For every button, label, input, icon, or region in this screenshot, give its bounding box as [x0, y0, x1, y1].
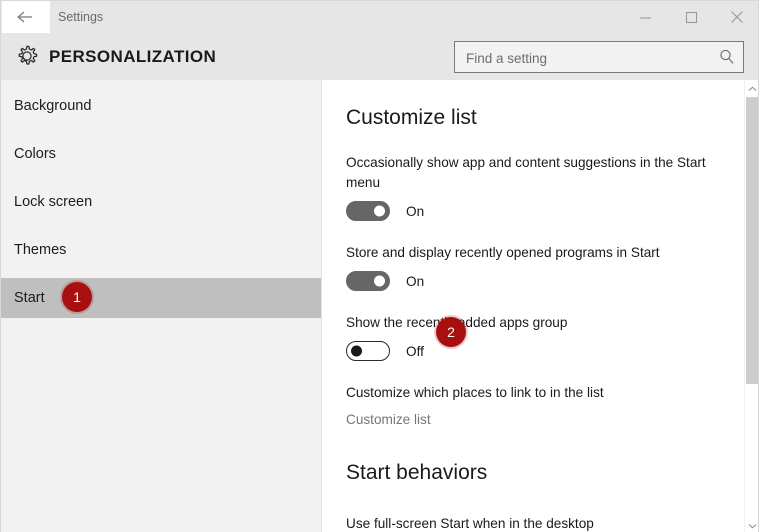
toggle-knob: [374, 275, 385, 287]
toggle-recent-programs[interactable]: [346, 271, 390, 291]
close-button[interactable]: [714, 1, 758, 33]
section-title-start-behaviors: Start behaviors: [346, 461, 488, 484]
page-title: PERSONALIZATION: [49, 47, 217, 66]
toggle-state-label: Off: [406, 343, 424, 359]
setting-recently-added-apps[interactable]: Off: [346, 340, 424, 362]
sidebar-item-start[interactable]: Start: [1, 278, 321, 318]
sidebar-item-label: Lock screen: [14, 194, 93, 210]
maximize-button[interactable]: [668, 1, 714, 33]
search-input[interactable]: [464, 42, 713, 74]
annotation-badge-2: 2: [436, 317, 466, 347]
back-button[interactable]: [2, 1, 50, 33]
search-box[interactable]: [454, 41, 744, 74]
scrollbar-thumb[interactable]: [746, 97, 758, 384]
sidebar-item-label: Themes: [14, 242, 67, 258]
body-area: Background Colors Lock screen Themes Sta…: [1, 80, 758, 532]
setting-label-customize-places: Customize which places to link to in the…: [346, 385, 604, 400]
sidebar-item-label: Background: [14, 98, 92, 114]
gear-icon: [13, 42, 41, 70]
toggle-recently-added-apps[interactable]: [346, 341, 390, 361]
toggle-state-label: On: [406, 203, 425, 219]
sidebar-item-colors[interactable]: Colors: [1, 134, 321, 174]
sidebar-item-themes[interactable]: Themes: [1, 230, 321, 270]
sidebar-item-label: Start: [14, 290, 45, 306]
setting-label-app-suggestions: Occasionally show app and content sugges…: [346, 155, 706, 190]
close-icon: [730, 10, 744, 24]
maximize-icon: [685, 11, 698, 24]
page-header: PERSONALIZATION: [1, 33, 758, 80]
sidebar-item-lock-screen[interactable]: Lock screen: [1, 182, 321, 222]
setting-app-suggestions[interactable]: On: [346, 200, 424, 222]
minimize-button[interactable]: [622, 1, 668, 33]
toggle-state-label: On: [406, 273, 425, 289]
toggle-knob: [374, 205, 385, 217]
setting-label-recent-programs: Store and display recently opened progra…: [346, 245, 660, 260]
chevron-up-icon: [748, 80, 757, 97]
sidebar-navigation: Background Colors Lock screen Themes Sta…: [1, 80, 322, 532]
title-bar: Settings: [1, 1, 758, 33]
annotation-badge-1: 1: [62, 282, 92, 312]
sidebar-item-background[interactable]: Background: [1, 86, 321, 126]
toggle-app-suggestions[interactable]: [346, 201, 390, 221]
minimize-icon: [639, 12, 652, 23]
back-arrow-icon: [15, 9, 37, 25]
setting-recent-programs[interactable]: On: [346, 270, 424, 292]
section-title-customize-list: Customize list: [346, 106, 477, 129]
window-controls: [622, 1, 758, 33]
chevron-down-icon: [748, 516, 757, 532]
scroll-down-button[interactable]: [745, 516, 758, 532]
customize-list-link[interactable]: Customize list: [346, 412, 431, 427]
main-scrollbar[interactable]: [744, 80, 758, 532]
search-icon[interactable]: [718, 48, 736, 66]
scroll-up-button[interactable]: [745, 80, 758, 97]
toggle-knob: [351, 345, 362, 357]
setting-label-full-screen-start: Use full-screen Start when in the deskto…: [346, 516, 594, 531]
window-title: Settings: [58, 10, 104, 24]
main-content: Customize list Occasionally show app and…: [322, 80, 758, 532]
settings-window: Settings PERSONALIZATION Find a setting …: [0, 0, 759, 532]
sidebar-item-label: Colors: [14, 146, 56, 162]
setting-label-recently-added-apps: Show the recently added apps group: [346, 315, 568, 330]
